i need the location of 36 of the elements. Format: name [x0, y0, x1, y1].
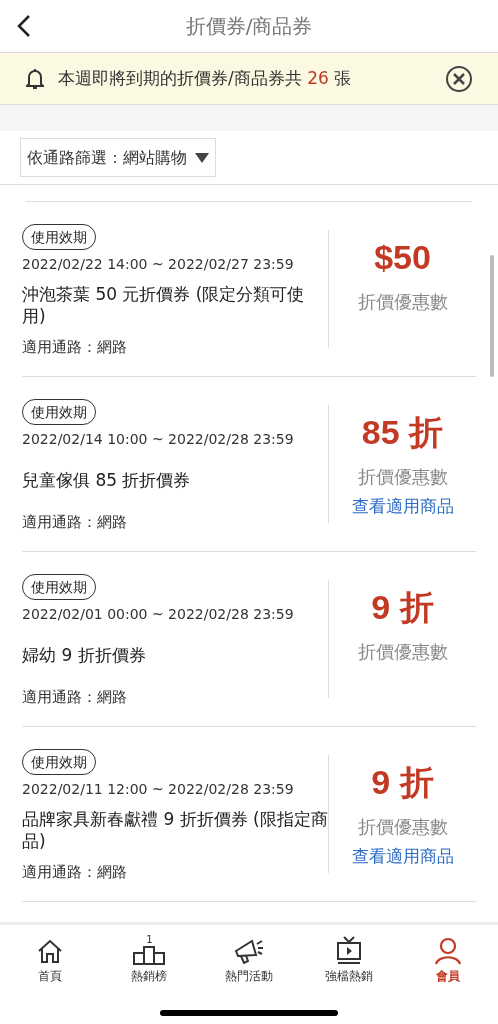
close-icon[interactable]	[446, 65, 472, 92]
coupon-value: 9 折	[371, 762, 434, 803]
view-products-link[interactable]: 查看適用商品	[351, 494, 454, 520]
value-label: 折價優惠數	[357, 640, 448, 664]
value-label: 折價優惠數	[357, 815, 448, 839]
nav-tab[interactable]: 1 熱銷榜	[99, 925, 200, 985]
coupon-title: 品牌家具新春獻禮 9 折折價券 (限指定商品)	[22, 808, 328, 854]
value-label: 折價優惠數	[357, 465, 448, 489]
page-title: 折價券/商品券	[185, 13, 313, 40]
nav-tab[interactable]: 首頁	[0, 925, 100, 985]
tv-icon	[334, 935, 363, 965]
nav-tab[interactable]: 會員	[398, 925, 498, 985]
coupon-value: 9 折	[371, 587, 434, 628]
view-products-link[interactable]: 查看適用商品	[351, 844, 454, 870]
value-label: 折價優惠數	[357, 290, 448, 314]
megaphone-icon	[233, 937, 265, 965]
coupon-value: 85 折	[361, 412, 444, 453]
coupon-title: 兒童傢俱 85 折折價券	[22, 469, 192, 493]
validity-period: 2022/02/01 00:00 ~ 2022/02/28 23:59	[22, 605, 295, 624]
nav-tab[interactable]: 熱門活動	[199, 925, 299, 985]
coupon-title: 沖泡茶葉 50 元折價券 (限定分類可使用)	[22, 283, 306, 329]
validity-period: 2022/02/11 12:00 ~ 2022/02/28 23:59	[22, 780, 295, 799]
coupon-title: 婦幼 9 折折價券	[22, 644, 147, 668]
channel-filter-dropdown[interactable]: 依通路篩選：網站購物	[20, 138, 216, 177]
validity-period: 2022/02/14 10:00 ~ 2022/02/28 23:59	[22, 430, 295, 449]
person-icon	[434, 937, 463, 965]
channel-text: 適用通路：網路	[22, 336, 128, 358]
bell-icon	[26, 67, 44, 90]
notice-text: 本週即將到期的折價券/商品券共 26 張	[58, 66, 352, 90]
caret-icon	[195, 152, 209, 163]
nav-tab[interactable]: 強檔熱銷	[298, 925, 399, 985]
channel-text: 適用通路：網路	[22, 861, 128, 883]
channel-text: 適用通路：網路	[22, 686, 128, 708]
validity-period: 2022/02/22 14:00 ~ 2022/02/27 23:59	[22, 255, 295, 274]
channel-text: 適用通路：網路	[22, 511, 128, 533]
coupon-value: $50	[374, 237, 431, 278]
